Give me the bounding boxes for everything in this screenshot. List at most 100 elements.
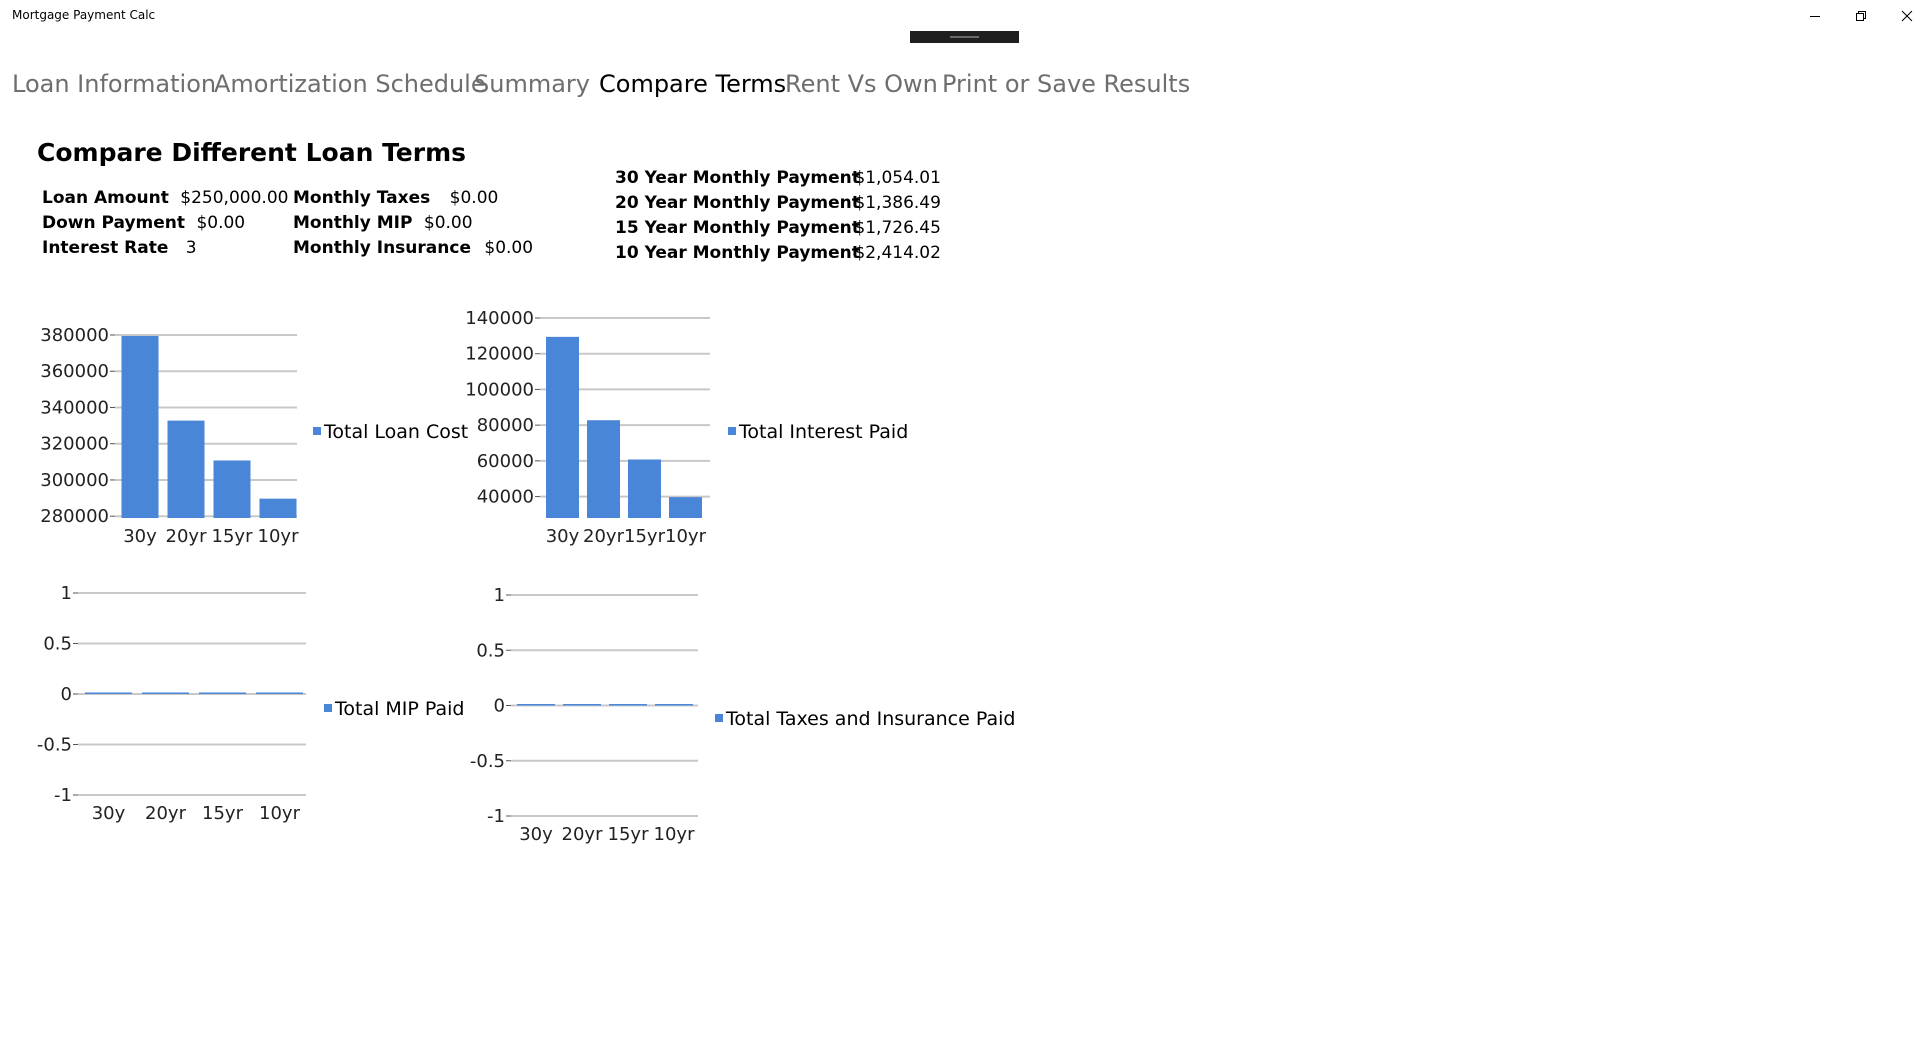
payment-10-value: $2,414.02: [854, 243, 941, 263]
total-taxes-insurance-chart: -1 -0.5 0 0.5 1 30y 20yr 15yr 10yr Total Taxes an…: [470, 585, 1016, 845]
restore-icon: [1856, 11, 1866, 21]
x-category-label: 20yr: [166, 526, 208, 547]
y-tick-label: 280000: [40, 506, 109, 527]
down-payment-row: Down Payment $0.00: [42, 213, 245, 233]
payment-15-value: $1,726.45: [854, 218, 941, 238]
bar: [655, 704, 693, 706]
y-tick-label: -1: [487, 806, 505, 827]
x-category-label: 15yr: [608, 824, 650, 845]
x-category-label: 15yr: [624, 526, 666, 547]
page-title: Compare Different Loan Terms: [37, 138, 467, 167]
x-category-label: 30y: [92, 803, 126, 824]
y-tick-label: 0: [494, 696, 505, 717]
bar: [517, 704, 555, 706]
bar: [167, 420, 205, 518]
interest-rate-value: 3: [185, 238, 197, 258]
legend-swatch: [324, 704, 332, 712]
app-title: Mortgage Payment Calc: [12, 8, 156, 22]
y-tick-label: 1: [494, 585, 505, 606]
y-tick-label: 360000: [40, 361, 109, 382]
monthly-taxes-row: Monthly Taxes $0.00: [293, 188, 498, 208]
y-tick-label: 340000: [40, 397, 109, 418]
payment-30-value: $1,054.01: [854, 168, 941, 188]
bar: [199, 692, 246, 694]
x-category-label: 10yr: [259, 803, 301, 824]
y-tick-label: -0.5: [470, 751, 505, 772]
total-loan-cost-chart: 280000 300000 320000 340000 360000 380000 30y 2…: [40, 325, 468, 547]
bar: [546, 336, 579, 518]
legend-label: Total Taxes and Insurance Paid: [725, 708, 1015, 730]
y-tick-label: 140000: [465, 308, 534, 329]
bar: [609, 704, 647, 706]
y-tick-label: -0.5: [37, 735, 72, 756]
y-tick-label: 320000: [40, 434, 109, 455]
x-category-label: 30y: [519, 824, 553, 845]
payment-20-row: 20 Year Monthly Payment $1,386.49: [615, 193, 941, 213]
x-category-label: 10yr: [258, 526, 300, 547]
payment-20-value: $1,386.49: [854, 193, 941, 213]
tab-compare-terms[interactable]: Compare Terms: [599, 70, 786, 98]
legend-swatch: [313, 427, 321, 435]
y-tick-label: 0.5: [476, 640, 505, 661]
y-tick-label: 120000: [465, 344, 534, 365]
monthly-taxes-value: $0.00: [449, 188, 499, 208]
legend-swatch: [715, 714, 723, 722]
y-tick-label: 0.5: [43, 634, 72, 655]
legend-swatch: [728, 427, 736, 435]
bar: [628, 459, 661, 518]
bar: [587, 420, 620, 518]
payment-15-row: 15 Year Monthly Payment $1,726.45: [615, 218, 941, 238]
monthly-insurance-row: Monthly Insurance $0.00: [293, 238, 533, 258]
close-button[interactable]: [1884, 0, 1920, 32]
y-tick-label: 300000: [40, 470, 109, 491]
y-tick-label: 60000: [477, 451, 534, 472]
bar: [669, 497, 702, 518]
x-category-label: 10yr: [665, 526, 707, 547]
payment-30-row: 30 Year Monthly Payment $1,054.01: [615, 168, 941, 188]
tab-print-or-save-results[interactable]: Print or Save Results: [942, 70, 1190, 98]
payment-10-row: 10 Year Monthly Payment $2,414.02: [615, 243, 941, 263]
bar: [142, 692, 189, 694]
monthly-mip-value: $0.00: [423, 213, 473, 233]
title-bar: Mortgage Payment Calc: [0, 0, 1920, 43]
minimize-button[interactable]: [1792, 0, 1838, 32]
payment-10-label: 10 Year Monthly Payment: [615, 243, 860, 263]
x-category-label: 30y: [123, 526, 157, 547]
y-tick-label: 100000: [465, 379, 534, 400]
tab-amortization-schedule[interactable]: Amortization Schedule: [214, 70, 486, 98]
close-icon: [1901, 10, 1913, 22]
bar: [121, 336, 159, 518]
monthly-mip-label: Monthly MIP: [293, 213, 413, 233]
bar: [256, 692, 303, 694]
tab-loan-information[interactable]: Loan Information: [12, 70, 216, 98]
x-category-label: 20yr: [145, 803, 187, 824]
bar: [213, 460, 251, 518]
x-category-label: 15yr: [212, 526, 254, 547]
minimize-icon: [1810, 16, 1820, 17]
x-category-label: 20yr: [583, 526, 625, 547]
bar: [563, 704, 601, 706]
payment-15-label: 15 Year Monthly Payment: [615, 218, 860, 238]
restore-button[interactable]: [1838, 0, 1884, 32]
down-payment-label: Down Payment: [42, 213, 186, 233]
monthly-insurance-label: Monthly Insurance: [293, 238, 471, 258]
legend-label: Total MIP Paid: [334, 698, 465, 720]
bar: [259, 498, 297, 518]
monthly-insurance-value: $0.00: [484, 238, 534, 258]
y-tick-label: 40000: [477, 487, 534, 508]
tab-rent-vs-own[interactable]: Rent Vs Own: [785, 70, 938, 98]
legend-label: Total Loan Cost: [323, 421, 468, 443]
y-tick-label: 80000: [477, 415, 534, 436]
tab-summary[interactable]: Summary: [474, 70, 590, 98]
x-category-label: 30y: [546, 526, 580, 547]
down-payment-value: $0.00: [196, 213, 246, 233]
x-category-label: 10yr: [654, 824, 696, 845]
interest-rate-row: Interest Rate 3: [42, 238, 197, 258]
y-tick-label: 380000: [40, 325, 109, 346]
x-category-label: 15yr: [202, 803, 244, 824]
loan-amount-label: Loan Amount: [42, 188, 169, 208]
monthly-mip-row: Monthly MIP $0.00: [293, 213, 473, 233]
payment-30-label: 30 Year Monthly Payment: [615, 168, 860, 188]
drag-handle[interactable]: [910, 31, 1019, 43]
payment-20-label: 20 Year Monthly Payment: [615, 193, 860, 213]
